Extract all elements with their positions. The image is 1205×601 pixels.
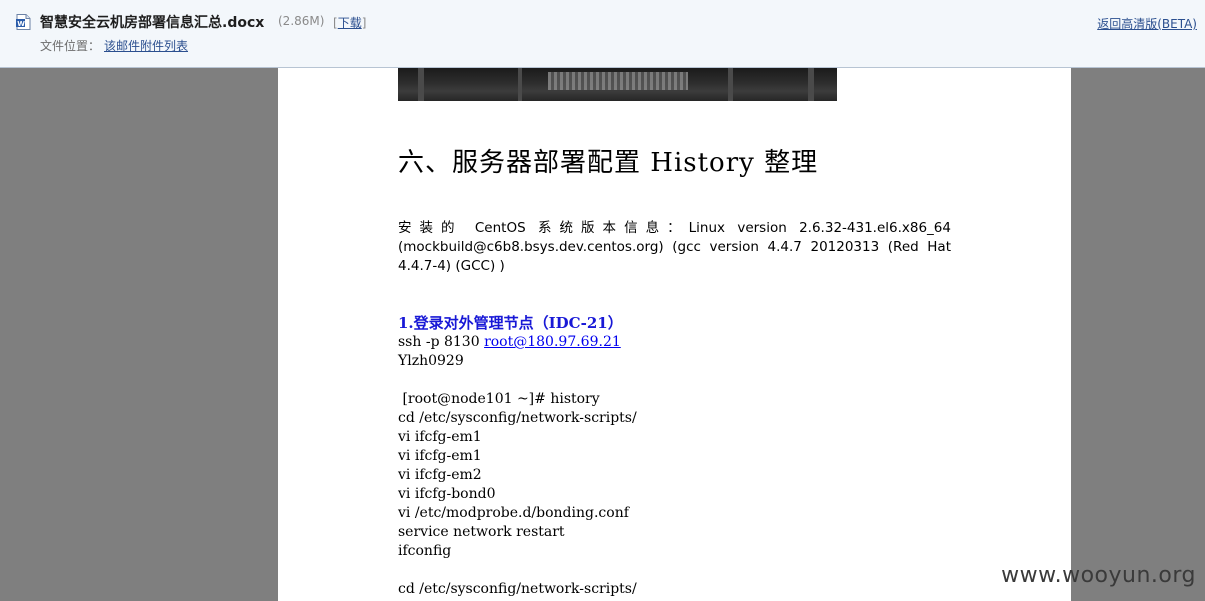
os-version-info: 安装的 CentOS 系统版本信息：Linux version 2.6.32-4… (398, 220, 951, 274)
watermark: www.wooyun.org (1001, 563, 1196, 588)
svg-text:W: W (17, 20, 25, 28)
document-content: 六、服务器部署配置 History 整理 安装的 CentOS 系统版本信息：L… (398, 142, 951, 599)
history-line: ifconfig (398, 543, 452, 559)
word-document-icon: W (16, 14, 31, 30)
attachment-filesize: (2.86M) (278, 14, 325, 28)
password-line: Ylzh0929 (398, 353, 464, 369)
history-line: cd /etc/sysconfig/network-scripts/ (398, 410, 637, 426)
history-line: vi /etc/modprobe.d/bonding.conf (398, 505, 629, 521)
attachment-list-link[interactable]: 该邮件附件列表 (104, 37, 188, 54)
history-line: vi ifcfg-bond0 (398, 486, 496, 502)
history-line: service network restart (398, 524, 565, 540)
attachment-header: W 智慧安全云机房部署信息汇总.docx (2.86M) [下载] 文件位置： … (0, 0, 1205, 68)
attachment-filename: 智慧安全云机房部署信息汇总.docx (40, 15, 265, 31)
file-location-label: 文件位置： (40, 39, 101, 53)
ssh-host-link[interactable]: root@180.97.69.21 (484, 334, 621, 350)
subsection-title: 1.登录对外管理节点（IDC-21） (398, 314, 623, 332)
history-line (398, 561, 951, 580)
document-page: 六、服务器部署配置 History 整理 安装的 CentOS 系统版本信息：L… (278, 68, 1071, 601)
history-line: [root@node101 ~]# history (398, 391, 600, 407)
history-line: vi ifcfg-em1 (398, 448, 482, 464)
ssh-command: ssh -p 8130 root@180.97.69.21 (398, 333, 951, 352)
ssh-prefix: ssh -p 8130 (398, 334, 485, 350)
section-heading: 六、服务器部署配置 History 整理 (398, 148, 819, 178)
download-link[interactable]: 下载 (338, 16, 362, 30)
history-line: vi ifcfg-em1 (398, 429, 482, 445)
server-rack-photo (398, 68, 837, 101)
history-line: cd /etc/sysconfig/network-scripts/ (398, 581, 637, 597)
history-line: vi ifcfg-em2 (398, 467, 482, 483)
download-wrapper: [下载] (333, 16, 367, 30)
hd-version-link[interactable]: 返回高清版(BETA) (1097, 15, 1197, 32)
